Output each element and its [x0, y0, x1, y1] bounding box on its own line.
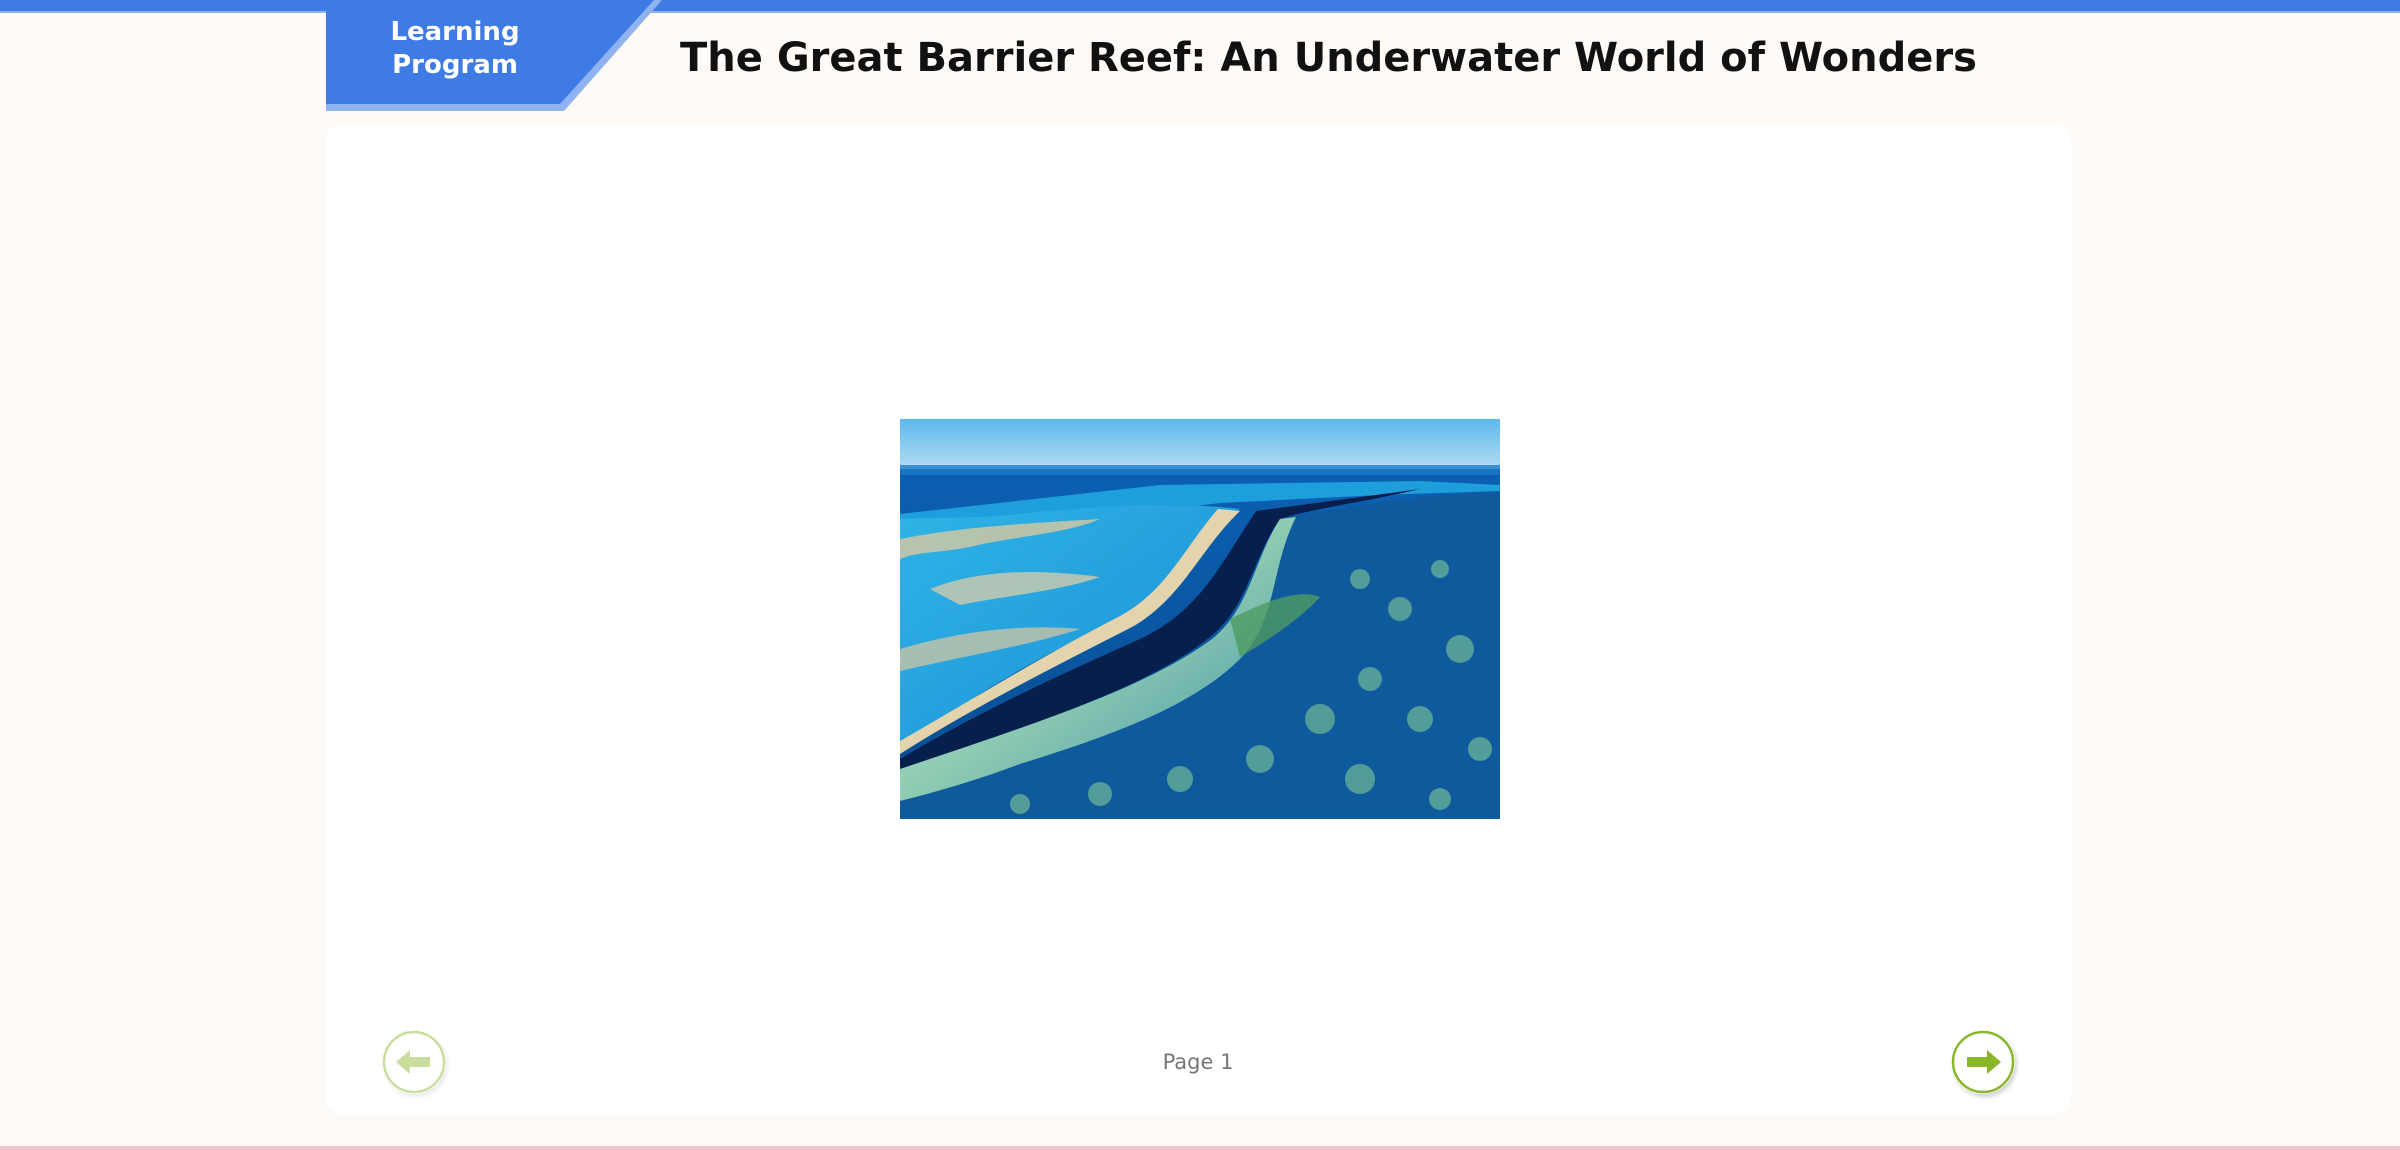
page-indicator: Page 1: [1162, 1050, 1234, 1074]
page-title: The Great Barrier Reef: An Underwater Wo…: [680, 35, 1977, 81]
program-badge: Learning Program: [326, 0, 662, 111]
arrow-right-icon: [1951, 1030, 2015, 1094]
reef-image: [900, 419, 1500, 819]
bottom-border: [0, 1146, 2400, 1150]
arrow-left-icon: [382, 1030, 446, 1094]
badge-label: Learning Program: [390, 17, 520, 80]
next-page-button[interactable]: [1951, 1030, 2015, 1094]
previous-page-button[interactable]: [382, 1030, 446, 1094]
content-card: Page 1: [326, 124, 2071, 1114]
